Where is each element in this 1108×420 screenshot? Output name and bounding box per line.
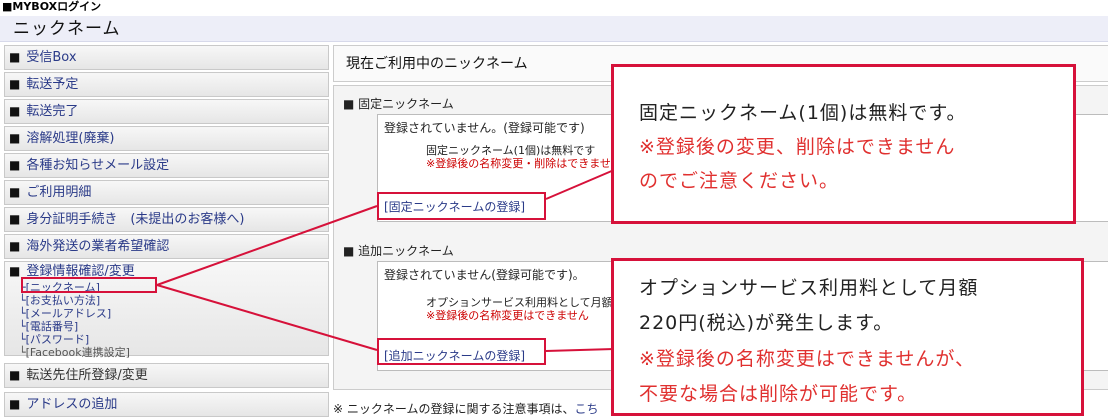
page-title: ニックネーム [0,16,1108,42]
square-bullet-icon: ■ [9,264,21,278]
callout-text: 固定ニックネーム(1個)は無料です。 [639,102,967,124]
square-bullet-icon: ■ [9,239,21,253]
square-bullet-icon: ■ [9,368,21,382]
notice-link[interactable]: こち [575,402,599,416]
subitem-email[interactable]: └[メールアドレス] [19,307,111,320]
square-bullet-icon: ■ [9,185,21,199]
fixed-warning: ※登録後の名称変更・削除はできません [426,157,622,170]
sidebar-item-statement[interactable]: ■ ご利用明細 [4,180,329,205]
square-bullet-icon: ■ [9,212,21,226]
sidebar-item-account-info[interactable]: ■ 登録情報確認/変更 └[ニックネーム] └[お支払い方法] └[メールアドレス… [4,261,329,359]
subitem-facebook[interactable]: └[Facebook連携設定] [19,346,130,359]
top-login-label: ■MYBOXログイン [0,0,1108,14]
sidebar-item-add-address[interactable]: ■ アドレスの追加 [4,392,329,417]
highlight-extra-link [377,338,546,365]
square-bullet-icon: ■ [9,50,21,64]
callout-text: のでご注意ください。 [639,170,840,192]
sidebar-nav: ■ 受信Box ■ 転送予定 ■ 転送完了 ■ 溶解処理(廃棄) ■ 各種お知らせメール設… [4,45,329,420]
callout-text: オプションサービス利用料として月額 [639,277,979,299]
square-bullet-icon: ■ [9,397,21,411]
square-bullet-icon: ■ [9,131,21,145]
callout-text: 不要な場合は削除が可能です。 [639,383,918,405]
square-bullet-icon: ■ [9,158,21,172]
extra-warning: ※登録後の名称変更はできません [426,309,589,322]
callout-text: 220円(税込)が発生します。 [639,312,894,334]
square-bullet-icon: ■ [9,77,21,91]
fixed-status: 登録されていません。(登録可能です) [384,121,585,135]
sidebar-item-forwarding-address[interactable]: ■ 転送先住所登録/変更 [4,363,329,388]
subitem-password[interactable]: └[パスワード] [19,333,89,346]
sidebar-item-id-verification[interactable]: ■ 身分証明手続き (未提出のお客様へ) [4,207,329,232]
notice-text: ※ ニックネームの登録に関する注意事項は、こち [333,402,599,416]
subitem-payment[interactable]: └[お支払い方法] [19,294,100,307]
sidebar-item-inbox[interactable]: ■ 受信Box [4,45,329,70]
sidebar-item-scheduled[interactable]: ■ 転送予定 [4,72,329,97]
extra-nickname-title: ■ 追加ニックネーム [343,244,454,258]
callout-fixed-nickname: 固定ニックネーム(1個)は無料です。 ※登録後の変更、削除はできません のでご注… [611,64,1076,224]
callout-text: ※登録後の名称変更はできませんが、 [639,348,975,370]
callout-text: ※登録後の変更、削除はできません [639,136,956,158]
sidebar-item-disposal[interactable]: ■ 溶解処理(廃棄) [4,126,329,151]
highlight-nickname-menu [21,277,157,293]
fixed-nickname-title: ■ 固定ニックネーム [343,97,454,111]
sidebar-item-overseas[interactable]: ■ 海外発送の業者希望確認 [4,234,329,259]
subitem-phone[interactable]: └[電話番号] [19,320,78,333]
sidebar-item-completed[interactable]: ■ 転送完了 [4,99,329,124]
callout-extra-nickname: オプションサービス利用料として月額 220円(税込)が発生します。 ※登録後の名… [611,258,1084,416]
highlight-fixed-link [377,192,546,220]
square-bullet-icon: ■ [9,104,21,118]
extra-status: 登録されていません(登録可能です)。 [384,268,585,282]
sidebar-item-notifications[interactable]: ■ 各種お知らせメール設定 [4,153,329,178]
